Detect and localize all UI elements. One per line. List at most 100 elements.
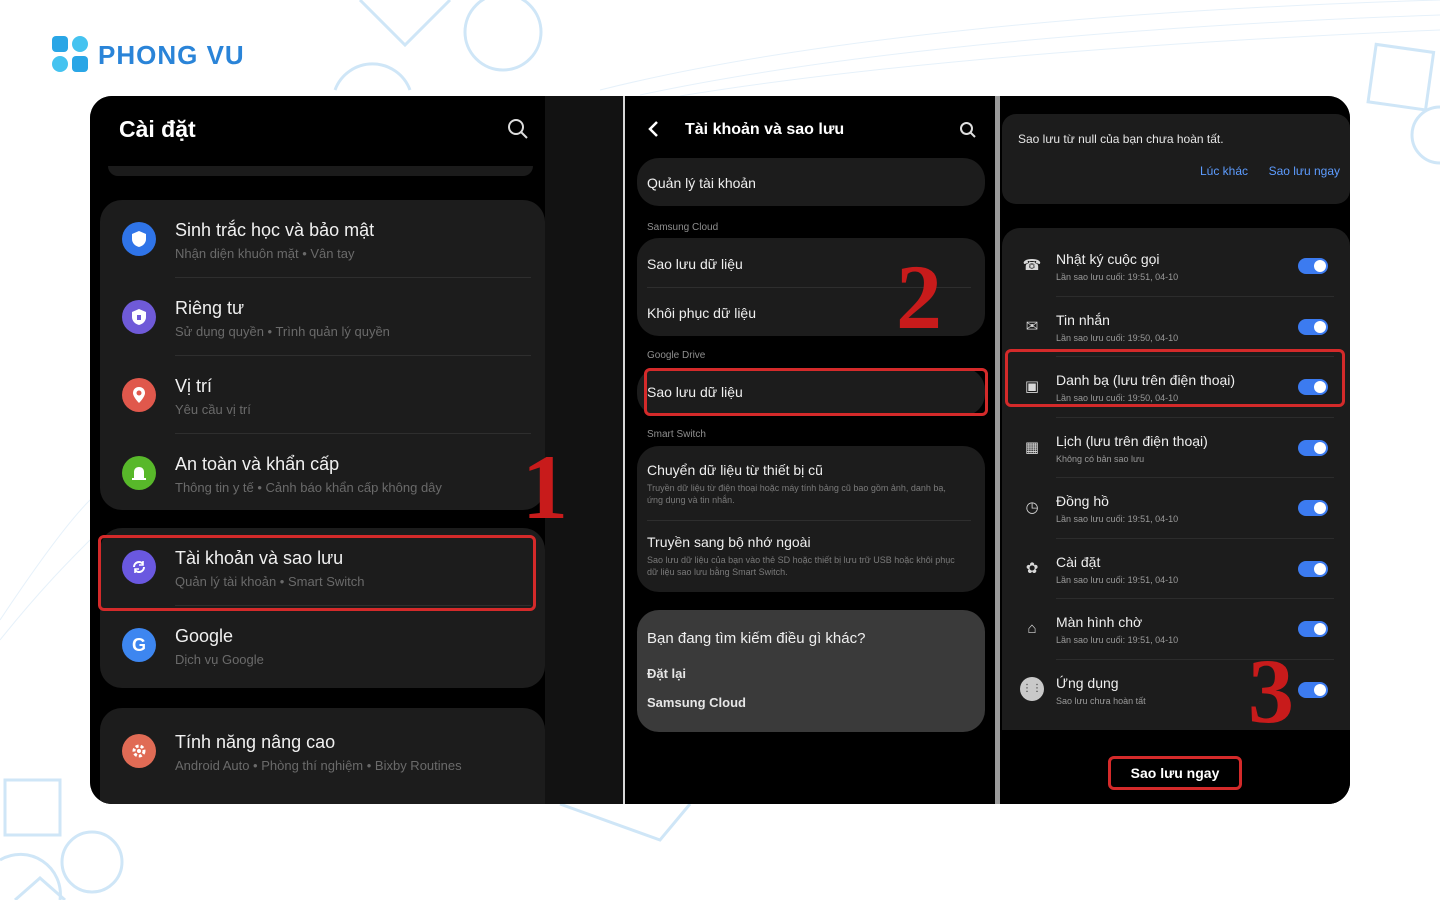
backup-item-row[interactable]: ◷ Đồng hồ Lần sao lưu cuối: 19:51, 04-10 <box>1002 478 1350 539</box>
settings-item-advanced[interactable]: Tính năng nâng cao Android Auto • Phòng … <box>100 712 545 790</box>
backup-items-panel: Sao lưu từ null của bạn chưa hoàn tất. L… <box>1000 96 1350 804</box>
smart-switch-card: Chuyển dữ liệu từ thiết bị cũ Truyền dữ … <box>637 446 985 592</box>
backup-item-row[interactable]: ✿ Cài đặt Lần sao lưu cuối: 19:51, 04-10 <box>1002 539 1350 599</box>
step-number-2: 2 <box>896 246 942 348</box>
back-arrow-icon[interactable] <box>647 120 661 143</box>
item-subtitle: Sử dụng quyền • Trình quản lý quyền <box>175 324 390 339</box>
item-title: Vị trí <box>175 376 213 396</box>
later-link[interactable]: Lúc khác <box>1200 164 1248 178</box>
backup-item-subtitle: Sao lưu chưa hoàn tất <box>1056 695 1146 706</box>
divider <box>647 520 971 521</box>
transfer-title[interactable]: Chuyển dữ liệu từ thiết bị cũ <box>647 462 967 478</box>
settings-item-biometrics[interactable]: Sinh trắc học và bảo mật Nhận diện khuôn… <box>100 200 545 278</box>
item-title: Google <box>175 626 234 646</box>
backup-item-title: Lịch (lưu trên điện thoại) <box>1056 432 1208 449</box>
backup-item-toggle[interactable] <box>1298 439 1328 456</box>
item-subtitle: Android Auto • Phòng thí nghiệm • Bixby … <box>175 758 462 773</box>
page-title: Cài đặt <box>119 116 196 142</box>
external-storage-title[interactable]: Truyền sang bộ nhớ ngoài <box>647 534 967 550</box>
backup-item-subtitle: Lần sao lưu cuối: 19:51, 04-10 <box>1056 272 1179 282</box>
section-smart-switch: Smart Switch <box>647 429 706 440</box>
manage-accounts-label: Quản lý tài khoản <box>647 175 756 191</box>
looking-for-title: Bạn đang tìm kiếm điều gì khác? <box>647 630 866 647</box>
brand-logo-mark <box>52 36 90 74</box>
item-title: An toàn và khẩn cấp <box>175 454 340 474</box>
item-subtitle: Thông tin y tế • Cảnh báo khẩn cấp không… <box>175 480 442 495</box>
item-title: Sinh trắc học và bảo mật <box>175 220 375 240</box>
header-strip <box>108 166 533 176</box>
backup-item-subtitle: Lần sao lưu cuối: 19:51, 04-10 <box>1056 635 1179 645</box>
settings-item-location[interactable]: Vị trí Yêu cầu vị trí <box>100 356 545 434</box>
manage-accounts-card[interactable]: Quản lý tài khoản <box>637 158 985 206</box>
backup-now-link[interactable]: Sao lưu ngay <box>1269 164 1340 178</box>
step-number-3: 3 <box>1248 640 1294 742</box>
backup-notice-text: Sao lưu từ null của bạn chưa hoàn tất. <box>1018 132 1224 146</box>
transfer-description: Truyền dữ liệu từ điện thoại hoặc máy tí… <box>647 483 946 505</box>
backup-item-toggle[interactable] <box>1298 500 1328 516</box>
backup-item-toggle[interactable] <box>1298 318 1328 335</box>
item-title: Tính năng nâng cao <box>175 732 336 752</box>
settings-item-google[interactable]: G Google Dịch vụ Google <box>100 606 545 684</box>
backup-items-card: ☎ Nhật ký cuộc gọi Lần sao lưu cuối: 19:51… <box>1002 228 1350 804</box>
highlight-contacts-row <box>1005 349 1345 407</box>
backup-item-title: Ứng dụng <box>1056 674 1119 691</box>
search-icon[interactable] <box>959 121 977 144</box>
settings-item-privacy[interactable]: Riêng tư Sử dụng quyền • Trình quản lý q… <box>100 278 545 356</box>
backup-item-toggle[interactable] <box>1298 560 1328 577</box>
backup-item-title: Cài đặt <box>1056 553 1101 570</box>
step-number-1: 1 <box>522 436 568 538</box>
section-samsung-cloud: Samsung Cloud <box>647 222 719 233</box>
calendar-icon: ▦ <box>1024 438 1040 456</box>
google-icon: G <box>122 628 156 662</box>
search-icon[interactable] <box>507 118 529 145</box>
backup-item-row[interactable]: ⋮⋮ Ứng dụng Sao lưu chưa hoàn tất <box>1002 660 1350 721</box>
brand-name: PHONG VU <box>98 39 245 70</box>
emergency-icon <box>122 456 156 490</box>
backup-item-subtitle: Lần sao lưu cuối: 19:51, 04-10 <box>1056 514 1179 524</box>
home-screen-icon: ⌂ <box>1027 619 1037 637</box>
backup-item-row[interactable]: ▦ Lịch (lưu trên điện thoại) Không có bản … <box>1002 418 1350 478</box>
backup-item-toggle[interactable] <box>1298 681 1328 698</box>
looking-for-something-card: Bạn đang tìm kiếm điều gì khác? Đặt lại … <box>637 610 985 732</box>
item-subtitle: Nhận diện khuôn mặt • Vân tay <box>175 246 355 261</box>
item-subtitle: Dịch vụ Google <box>175 652 264 667</box>
location-pin-icon <box>122 378 156 412</box>
gear-icon <box>122 734 156 768</box>
settings-panel: Cài đặt Sinh trắc học và bảo mật Nhận di… <box>90 96 545 804</box>
page-title: Tài khoản và sao lưu <box>685 121 845 138</box>
backup-item-toggle[interactable] <box>1298 621 1328 637</box>
screenshot-frame: Cài đặt Sinh trắc học và bảo mật Nhận di… <box>90 96 1350 804</box>
backup-item-title: Đồng hồ <box>1056 493 1109 509</box>
settings-item-emergency[interactable]: An toàn và khẩn cấp Thông tin y tế • Cản… <box>100 434 545 512</box>
phone-icon: ☎ <box>1022 257 1042 274</box>
backup-item-title: Tin nhắn <box>1056 311 1110 328</box>
message-icon: ✉ <box>1025 317 1039 335</box>
section-google-drive: Google Drive <box>647 350 706 361</box>
backup-notice-card: Sao lưu từ null của bạn chưa hoàn tất. L… <box>1002 114 1350 204</box>
reset-link[interactable]: Đặt lại <box>647 666 967 681</box>
backup-item-subtitle: Không có bản sao lưu <box>1056 453 1145 464</box>
backup-item-toggle[interactable] <box>1298 258 1328 274</box>
backup-now-button[interactable]: Sao lưu ngay <box>1108 756 1242 790</box>
samsung-cloud-link[interactable]: Samsung Cloud <box>647 695 967 710</box>
backup-item-row[interactable]: ⌂ Màn hình chờ Lần sao lưu cuối: 19:51, 04… <box>1002 599 1350 660</box>
backup-item-subtitle: Lần sao lưu cuối: 19:50, 04-10 <box>1056 332 1179 343</box>
highlight-step-1 <box>98 535 536 611</box>
external-storage-description: Sao lưu dữ liệu của bạn vào thẻ SD hoặc … <box>647 555 955 577</box>
item-title: Riêng tư <box>175 298 245 318</box>
backup-item-row[interactable]: ✉ Tin nhắn Lần sao lưu cuối: 19:50, 04-10 <box>1002 297 1350 357</box>
item-subtitle: Yêu cầu vị trí <box>175 402 251 417</box>
apps-icon: ⋮⋮ <box>1020 676 1044 701</box>
settings-group-3: Tính năng nâng cao Android Auto • Phòng … <box>100 708 545 804</box>
clock-icon: ◷ <box>1025 499 1039 516</box>
shield-icon <box>122 222 156 256</box>
settings-icon: ✿ <box>1025 559 1039 577</box>
backup-item-subtitle: Lần sao lưu cuối: 19:51, 04-10 <box>1056 574 1179 585</box>
backup-item-title: Nhật ký cuộc gọi <box>1056 251 1160 267</box>
settings-group-1: Sinh trắc học và bảo mật Nhận diện khuôn… <box>100 200 545 510</box>
highlight-step-2 <box>644 368 988 416</box>
backup-item-row[interactable]: ☎ Nhật ký cuộc gọi Lần sao lưu cuối: 19:51… <box>1002 236 1350 297</box>
privacy-shield-icon <box>122 300 156 334</box>
accounts-backup-panel: Tài khoản và sao lưu Quản lý tài khoản S… <box>625 96 995 804</box>
brand-logo: PHONG VU <box>52 36 245 74</box>
